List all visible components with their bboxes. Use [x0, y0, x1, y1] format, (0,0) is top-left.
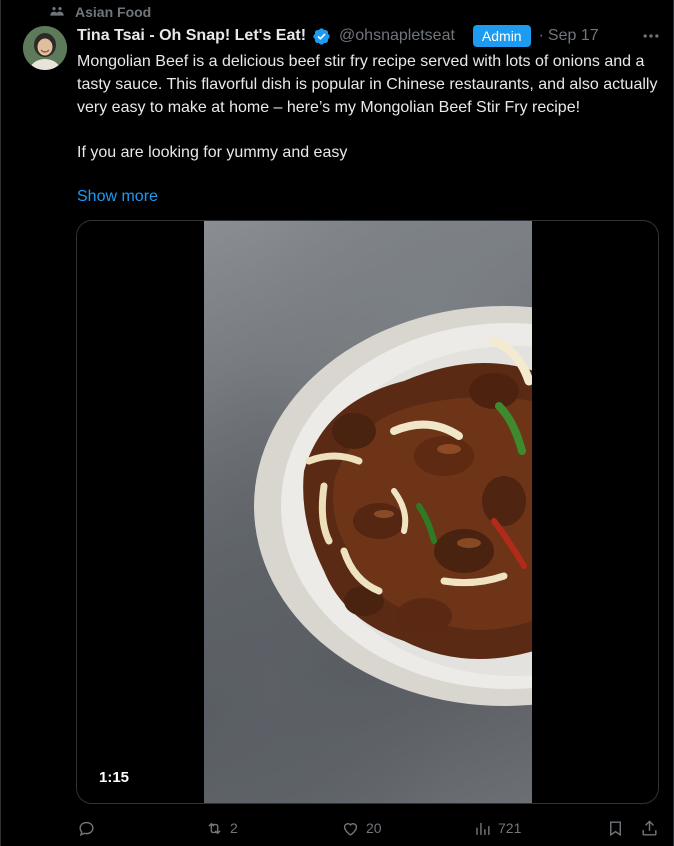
post-paragraph: Mongolian Beef is a delicious beef stir … — [77, 53, 658, 116]
post-paragraph: If you are looking for yummy and easy — [77, 144, 348, 161]
avatar[interactable] — [23, 26, 67, 70]
post-header: Tina Tsai - Oh Snap! Let's Eat! @ohsnapl… — [77, 24, 661, 48]
show-more-link[interactable]: Show more — [77, 185, 158, 208]
community-label: Asian Food — [75, 4, 152, 20]
bookmark-button[interactable] — [606, 817, 625, 839]
heart-icon — [343, 822, 358, 836]
share-button[interactable] — [640, 817, 659, 839]
post-date[interactable]: Sep 17 — [548, 27, 599, 45]
verified-badge-icon[interactable] — [312, 27, 331, 46]
like-button[interactable]: 20 — [341, 817, 382, 839]
more-options-icon[interactable] — [641, 26, 661, 46]
author-handle[interactable]: @ohsnapletseat — [339, 27, 455, 45]
views-button[interactable]: 721 — [473, 817, 521, 839]
food-image — [254, 306, 532, 706]
post-text: Mongolian Beef is a delicious beef stir … — [77, 50, 663, 164]
avatar-photo — [23, 26, 67, 70]
video-player[interactable]: 1:15 — [76, 220, 659, 804]
community-icon — [49, 3, 65, 22]
video-duration: 1:15 — [99, 769, 130, 786]
reply-button[interactable] — [77, 817, 102, 839]
repost-icon — [208, 822, 221, 834]
admin-badge: Admin — [472, 25, 531, 47]
bookmark-icon — [610, 820, 621, 836]
video-thumbnail[interactable] — [204, 221, 532, 803]
analytics-icon — [476, 822, 490, 835]
author-display-name[interactable]: Tina Tsai - Oh Snap! Let's Eat! — [77, 27, 306, 45]
view-count: 721 — [498, 820, 522, 836]
repost-button[interactable]: 2 — [205, 817, 238, 839]
separator-dot: · — [538, 27, 544, 44]
post-card[interactable]: Asian Food Tina Tsai - Oh Snap! Let's Ea… — [0, 0, 674, 846]
like-count: 20 — [366, 820, 382, 836]
action-bar: 2 20 721 — [77, 817, 663, 841]
share-icon — [642, 819, 657, 836]
reply-icon — [79, 821, 94, 836]
community-context[interactable]: Asian Food — [49, 3, 151, 21]
repost-count: 2 — [230, 820, 238, 836]
